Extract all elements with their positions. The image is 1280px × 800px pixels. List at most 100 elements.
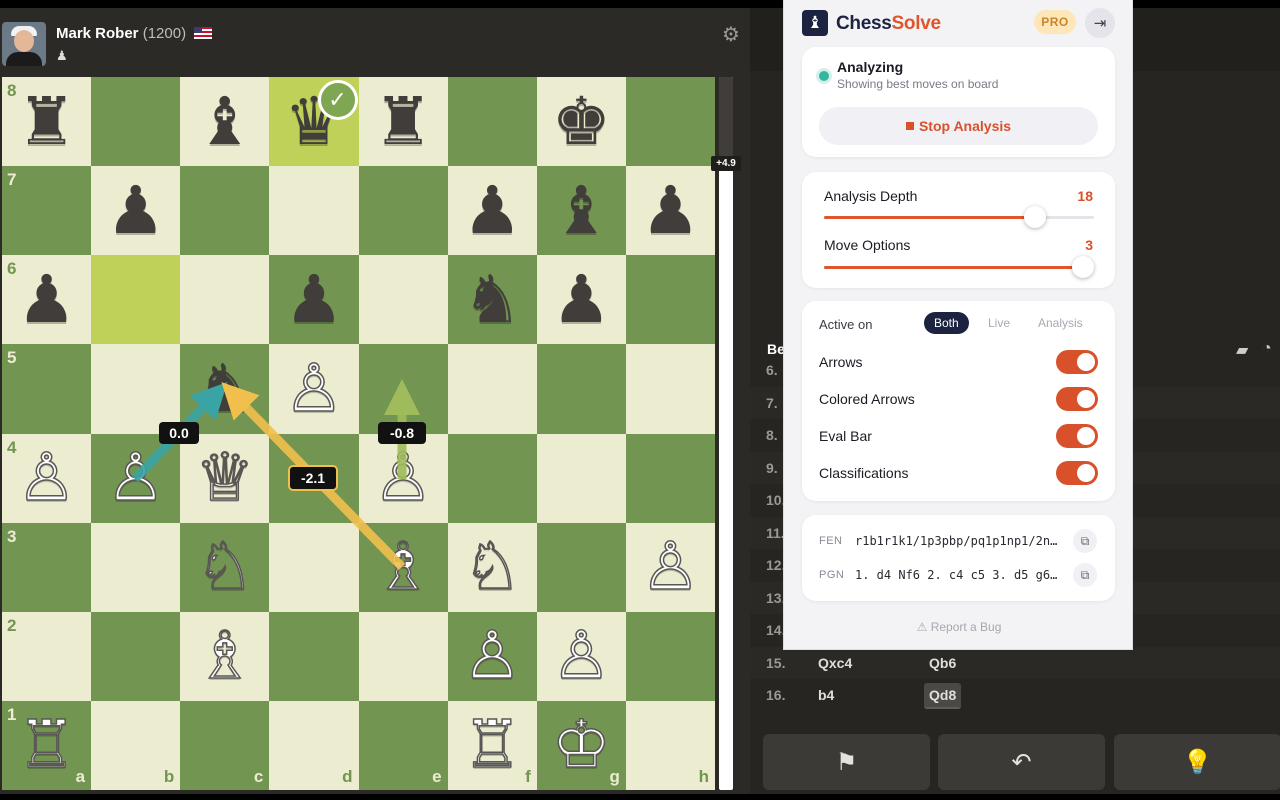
square-c6[interactable] (180, 255, 270, 345)
piece-f7[interactable]: ♟ (463, 177, 522, 244)
player-name[interactable]: Mark Rober (56, 25, 139, 42)
piece-g8[interactable]: ♚ (552, 88, 611, 155)
square-e6[interactable] (358, 255, 448, 345)
gear-icon[interactable]: ⚙ (722, 22, 740, 47)
toggle-arrows[interactable] (1056, 350, 1098, 374)
piece-d6[interactable]: ♟ (284, 266, 343, 333)
toggle-colored-arrows[interactable] (1056, 387, 1098, 411)
chess-board[interactable]: 8 ♜ ♝ ♛ ✓ ♜ ♚ 7 ♟ ♟ ♝ ♟ 6 ♟ ♟ ♞ ♟ 5 ♞ ♙ 4 ♙ ♙ ♕ ♙ 3 ♘ ♗ ♘ ♙ 2 ♗ ♙ ♙ 1 a ♖ b c d… (2, 77, 715, 790)
square-a7[interactable]: 7 (2, 166, 92, 256)
toggle-classifications[interactable] (1056, 461, 1098, 485)
square-f5[interactable] (447, 344, 537, 434)
toggle-eval-bar[interactable] (1056, 424, 1098, 448)
square-a2[interactable]: 2 (2, 611, 92, 701)
square-f3[interactable]: ♘ (447, 522, 537, 612)
copy-fen-button[interactable]: ⧉ (1073, 529, 1097, 553)
square-h5[interactable] (625, 344, 715, 434)
square-e8[interactable]: ♜ (358, 77, 448, 167)
copy-pgn-button[interactable]: ⧉ (1073, 563, 1097, 587)
square-f4[interactable] (447, 433, 537, 523)
square-c3[interactable]: ♘ (180, 522, 270, 612)
square-h6[interactable] (625, 255, 715, 345)
square-b5[interactable] (91, 344, 181, 434)
square-e1[interactable]: e (358, 700, 448, 790)
piece-a6[interactable]: ♟ (17, 266, 76, 333)
square-b7[interactable]: ♟ (91, 166, 181, 256)
square-h7[interactable]: ♟ (625, 166, 715, 256)
square-d7[interactable] (269, 166, 359, 256)
square-b1[interactable]: b (91, 700, 181, 790)
square-d6[interactable]: ♟ (269, 255, 359, 345)
options-slider[interactable] (824, 256, 1095, 278)
depth-slider-thumb[interactable] (1023, 206, 1046, 228)
depth-slider[interactable] (824, 206, 1094, 228)
square-g8[interactable]: ♚ (536, 77, 626, 167)
square-f1[interactable]: f ♖ (447, 700, 537, 790)
square-b4[interactable]: ♙ (91, 433, 181, 523)
square-d8[interactable]: ♛ ✓ (269, 77, 359, 167)
piece-e3[interactable]: ♗ (373, 533, 434, 601)
square-g3[interactable] (536, 522, 626, 612)
piece-f1[interactable]: ♖ (462, 711, 523, 779)
piece-g6[interactable]: ♟ (552, 266, 611, 333)
square-e3[interactable]: ♗ (358, 522, 448, 612)
square-g6[interactable]: ♟ (536, 255, 626, 345)
square-e5[interactable] (358, 344, 448, 434)
square-c8[interactable]: ♝ (180, 77, 270, 167)
square-b2[interactable] (91, 611, 181, 701)
square-g1[interactable]: g ♔ (536, 700, 626, 790)
square-g4[interactable] (536, 433, 626, 523)
square-b8[interactable] (91, 77, 181, 167)
square-h2[interactable] (625, 611, 715, 701)
piece-f2[interactable]: ♙ (462, 622, 523, 690)
hint-button[interactable]: 💡 (1114, 734, 1280, 790)
square-a1[interactable]: 1 a ♖ (2, 700, 92, 790)
square-c5[interactable]: ♞ (180, 344, 270, 434)
square-e2[interactable] (358, 611, 448, 701)
piece-a8[interactable]: ♜ (17, 88, 76, 155)
piece-c2[interactable]: ♗ (194, 622, 255, 690)
square-h4[interactable] (625, 433, 715, 523)
square-d3[interactable] (269, 522, 359, 612)
piece-c8[interactable]: ♝ (195, 88, 254, 155)
square-b3[interactable] (91, 522, 181, 612)
square-a8[interactable]: 8 ♜ (2, 77, 92, 167)
piece-g1[interactable]: ♔ (551, 711, 612, 779)
piece-h7[interactable]: ♟ (641, 177, 700, 244)
piece-h3[interactable]: ♙ (640, 533, 701, 601)
piece-b7[interactable]: ♟ (106, 177, 165, 244)
square-a5[interactable]: 5 (2, 344, 92, 434)
square-f7[interactable]: ♟ (447, 166, 537, 256)
square-d1[interactable]: d (269, 700, 359, 790)
takeback-button[interactable]: ↶ (938, 734, 1105, 790)
square-g2[interactable]: ♙ (536, 611, 626, 701)
avatar[interactable] (2, 22, 46, 66)
piece-c3[interactable]: ♘ (194, 533, 255, 601)
resign-button[interactable]: ⚑ (763, 734, 930, 790)
segment-live[interactable]: Live (978, 312, 1020, 334)
square-c7[interactable] (180, 166, 270, 256)
square-c4[interactable]: ♕ (180, 433, 270, 523)
logout-button[interactable]: ⇥ (1085, 8, 1115, 38)
square-f8[interactable] (447, 77, 537, 167)
segment-analysis[interactable]: Analysis (1028, 312, 1093, 334)
piece-g2[interactable]: ♙ (551, 622, 612, 690)
square-f6[interactable]: ♞ (447, 255, 537, 345)
piece-f3[interactable]: ♘ (462, 533, 523, 601)
square-a6[interactable]: 6 ♟ (2, 255, 92, 345)
piece-c4[interactable]: ♕ (194, 444, 255, 512)
stop-analysis-button[interactable]: Stop Analysis (819, 107, 1098, 145)
options-slider-thumb[interactable] (1072, 256, 1095, 278)
square-a3[interactable]: 3 (2, 522, 92, 612)
report-bug-link[interactable]: ⚠ Report a Bug (784, 620, 1134, 634)
black-move[interactable]: Qb6 (924, 651, 961, 675)
piece-c5[interactable]: ♞ (195, 355, 254, 422)
square-g7[interactable]: ♝ (536, 166, 626, 256)
square-e7[interactable] (358, 166, 448, 256)
piece-f6[interactable]: ♞ (463, 266, 522, 333)
piece-b4[interactable]: ♙ (105, 444, 166, 512)
piece-e8[interactable]: ♜ (373, 88, 432, 155)
white-move[interactable]: Qxc4 (818, 655, 852, 671)
square-d5[interactable]: ♙ (269, 344, 359, 434)
square-d2[interactable] (269, 611, 359, 701)
